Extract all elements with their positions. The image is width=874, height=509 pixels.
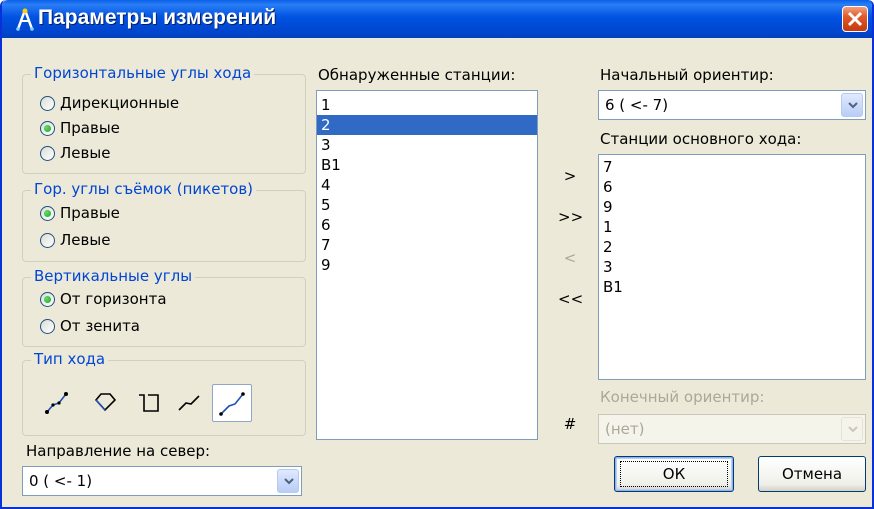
list-item[interactable]: 1	[317, 95, 537, 115]
end-orient-label: Конечный ориентир:	[600, 388, 765, 406]
radio-label: Дирекционные	[60, 94, 180, 112]
north-direction-dropdown-button[interactable]	[277, 469, 299, 493]
start-orient-value: 6 ( <- 7)	[605, 96, 669, 114]
end-orient-select[interactable]: (нет)	[598, 414, 866, 444]
rectangle-traverse-button[interactable]	[132, 386, 166, 420]
close-button[interactable]	[842, 6, 868, 32]
radio-circle	[40, 95, 55, 111]
chevron-down-icon	[848, 102, 858, 109]
start-orient-select[interactable]: 6 ( <- 7)	[598, 90, 866, 120]
closed-polygon-icon	[94, 393, 117, 412]
radio-from-zenith[interactable]: От зенита	[40, 315, 140, 337]
shot-angles-group: Гор. углы съёмок (пикетов)	[22, 180, 306, 262]
vertical-angles-legend: Вертикальные углы	[31, 267, 196, 285]
end-orient-dropdown-button[interactable]	[841, 417, 863, 441]
start-orient-label: Начальный ориентир:	[600, 66, 774, 84]
hanging-traverse-icon	[178, 395, 200, 411]
list-item[interactable]: 5	[317, 195, 537, 215]
list-item-selected[interactable]: 2	[317, 115, 537, 135]
found-stations-label: Обнаруженные станции:	[318, 66, 516, 84]
radio-shots-right[interactable]: Правые	[40, 202, 120, 224]
dialog-window: Параметры измерений Горизонтальные углы …	[0, 0, 874, 509]
radio-horiz-right[interactable]: Правые	[40, 117, 120, 139]
main-stations-label: Станции основного хода:	[600, 130, 802, 148]
list-item[interactable]: 1	[599, 217, 865, 237]
rectangle-traverse-icon	[139, 394, 159, 412]
radio-circle	[40, 145, 55, 161]
found-stations-list[interactable]: 1 2 3 B1 4 5 6 7 9	[316, 90, 538, 440]
radio-label: Левые	[60, 144, 111, 162]
north-direction-value: 0 ( <- 1)	[29, 472, 93, 490]
cancel-button-label: Отмена	[781, 465, 843, 483]
focus-rectangle	[620, 461, 728, 487]
remove-all-stations-button[interactable]: <<	[558, 287, 583, 311]
radio-label: Левые	[60, 231, 111, 249]
list-item[interactable]: 4	[317, 175, 537, 195]
radio-circle	[40, 318, 55, 334]
list-item[interactable]: B1	[317, 155, 537, 175]
start-orient-dropdown-button[interactable]	[841, 93, 863, 117]
close-icon	[847, 11, 863, 27]
hash-button[interactable]: #	[558, 412, 582, 436]
ok-button[interactable]: ОК	[614, 456, 734, 492]
remove-station-button[interactable]: <	[558, 246, 582, 270]
chevron-down-icon	[848, 426, 858, 433]
list-item[interactable]: 3	[317, 135, 537, 155]
north-direction-label: Направление на север:	[26, 442, 211, 460]
list-item[interactable]: 9	[599, 197, 865, 217]
chevron-down-icon	[284, 478, 294, 485]
list-item[interactable]: 9	[317, 255, 537, 275]
traverse-type-legend: Тип хода	[31, 350, 109, 368]
north-direction-select[interactable]: 0 ( <- 1)	[22, 466, 302, 496]
list-item[interactable]: 6	[317, 215, 537, 235]
list-item[interactable]: 7	[599, 157, 865, 177]
closed-polygon-button[interactable]	[88, 386, 122, 420]
radio-shots-left[interactable]: Левые	[40, 229, 110, 251]
title-bar[interactable]: Параметры измерений	[2, 0, 872, 38]
radio-label: Правые	[60, 119, 120, 137]
radio-from-horizon[interactable]: От горизонта	[40, 288, 167, 310]
radio-circle	[40, 232, 55, 248]
radio-label: Правые	[60, 204, 120, 222]
radio-circle-checked	[40, 205, 55, 221]
list-item[interactable]: 7	[317, 235, 537, 255]
add-all-stations-button[interactable]: >>	[558, 205, 583, 229]
main-stations-list[interactable]: 7 6 9 1 2 3 B1	[598, 154, 866, 380]
app-icon	[16, 8, 34, 31]
open-traverse-icon	[45, 392, 68, 414]
list-item[interactable]: 3	[599, 257, 865, 277]
radio-label: От зенита	[60, 317, 141, 335]
connected-traverse-icon	[219, 392, 245, 416]
radio-directional[interactable]: Дирекционные	[40, 92, 179, 114]
end-orient-value: (нет)	[605, 420, 645, 438]
add-station-button[interactable]: >	[558, 164, 582, 188]
list-item[interactable]: B1	[599, 277, 865, 297]
radio-circle-checked	[40, 291, 55, 307]
open-traverse-button[interactable]	[40, 386, 74, 420]
radio-horiz-left[interactable]: Левые	[40, 142, 110, 164]
connected-traverse-button[interactable]	[212, 384, 252, 422]
window-title: Параметры измерений	[38, 6, 277, 29]
shot-angles-legend: Гор. углы съёмок (пикетов)	[31, 180, 257, 198]
list-item[interactable]: 6	[599, 177, 865, 197]
horizontal-angles-legend: Горизонтальные углы хода	[31, 64, 255, 82]
radio-label: От горизонта	[60, 290, 167, 308]
cancel-button[interactable]: Отмена	[758, 456, 866, 492]
radio-circle-checked	[40, 120, 55, 136]
hanging-traverse-button[interactable]	[172, 386, 206, 420]
list-item[interactable]: 2	[599, 237, 865, 257]
